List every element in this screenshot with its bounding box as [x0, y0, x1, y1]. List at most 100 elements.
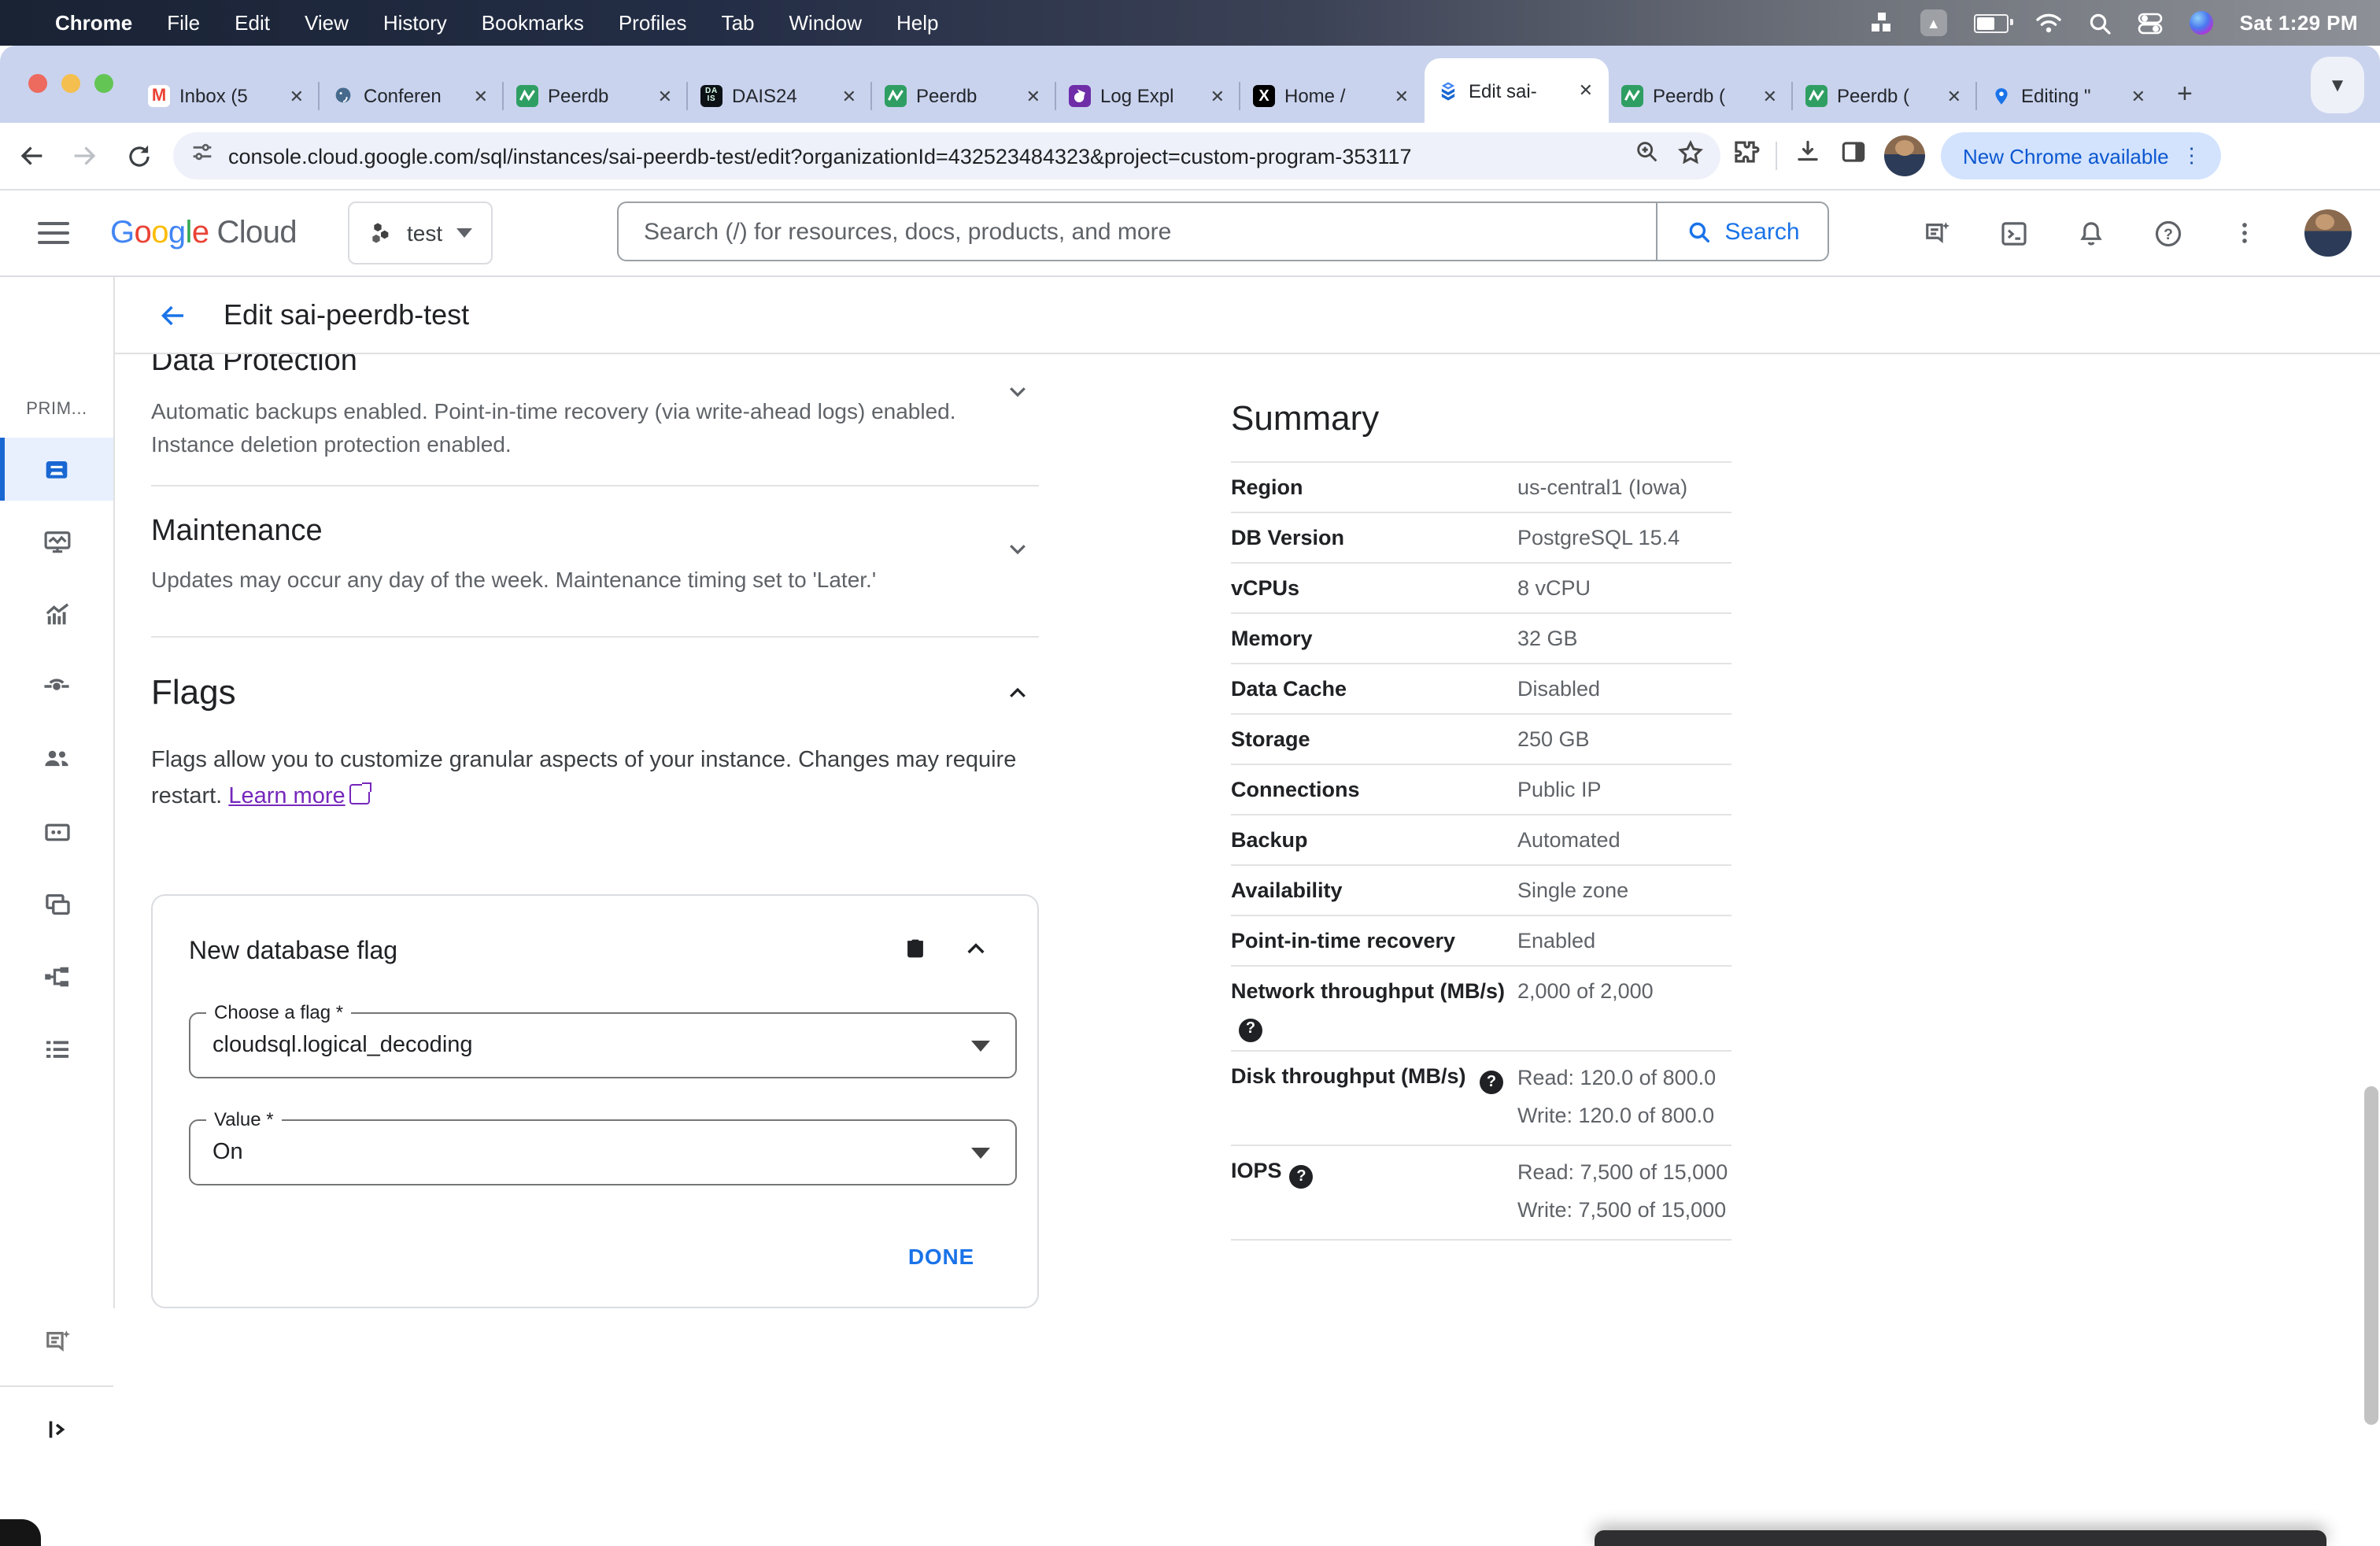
learn-more-link[interactable]: Learn more [228, 784, 345, 809]
tab-log-explorer[interactable]: Log Expl ✕ [1055, 69, 1240, 123]
tab-peerdb-3[interactable]: Peerdb (✕ [1609, 69, 1793, 123]
gcp-search-button[interactable]: Search [1656, 203, 1828, 260]
datadog-icon [1069, 85, 1091, 107]
bookmark-star-icon[interactable] [1676, 138, 1705, 174]
help-icon[interactable]: ? [1480, 1071, 1503, 1094]
google-cloud-logo[interactable]: Google Cloud [110, 215, 298, 251]
back-arrow-icon[interactable] [156, 298, 189, 331]
url-bar[interactable]: console.cloud.google.com/sql/instances/s… [173, 132, 1720, 179]
help-icon[interactable]: ? [1289, 1165, 1314, 1189]
expand-section-icon[interactable] [1006, 537, 1029, 568]
choose-flag-select[interactable]: Choose a flag * cloudsql.logical_decodin… [189, 1001, 1017, 1078]
browser-profile-avatar[interactable] [1884, 135, 1925, 176]
tab-dais24[interactable]: DA IS DAIS24 ✕ [686, 69, 872, 123]
tab-peerdb-2[interactable]: Peerdb ✕ [870, 69, 1056, 123]
menubar-clock[interactable]: Sat 1:29 PM [2240, 11, 2358, 35]
more-vert-icon[interactable] [2227, 216, 2262, 250]
tab-peerdb-4[interactable]: Peerdb (✕ [1791, 69, 1977, 123]
sidebar-item-release-notes[interactable] [0, 1310, 113, 1373]
menubar-item-tab[interactable]: Tab [704, 11, 772, 35]
account-avatar[interactable] [2304, 209, 2352, 257]
wifi-icon[interactable] [2035, 10, 2062, 35]
url-text[interactable]: console.cloud.google.com/sql/instances/s… [228, 144, 1634, 168]
tab-x-home[interactable]: X Home / ✕ [1239, 69, 1425, 123]
control-center-icon[interactable] [2138, 10, 2163, 35]
browser-toolbar: console.cloud.google.com/sql/instances/s… [0, 123, 2380, 190]
gcp-search-bar[interactable]: Search [617, 202, 1829, 261]
menubar-item-window[interactable]: Window [772, 11, 880, 35]
new-tab-button[interactable]: + [2177, 79, 2193, 110]
chrome-update-button[interactable]: New Chrome available ⋮ [1941, 132, 2221, 179]
page-title-bar: Edit sai-peerdb-test [115, 277, 2380, 354]
reload-icon[interactable] [116, 134, 161, 178]
close-tab-icon[interactable]: ✕ [471, 86, 491, 106]
close-tab-icon[interactable]: ✕ [1576, 80, 1596, 101]
sidebar-item-users[interactable] [0, 727, 113, 790]
collapse-panel-button[interactable] [0, 1398, 113, 1461]
close-tab-icon[interactable]: ✕ [1760, 86, 1780, 106]
hamburger-menu-icon[interactable] [38, 222, 69, 244]
close-tab-icon[interactable]: ✕ [839, 86, 859, 106]
sidebar-item-databases[interactable] [0, 800, 113, 863]
spotlight-search-icon[interactable] [2089, 10, 2111, 35]
close-tab-icon[interactable]: ✕ [1207, 86, 1228, 106]
battery-icon[interactable] [1973, 13, 2013, 32]
project-picker-button[interactable]: test [347, 202, 493, 264]
minimize-window-button[interactable] [61, 74, 80, 93]
sidebar-item-operations[interactable] [0, 1017, 113, 1080]
flag-value-select[interactable]: Value * On [189, 1108, 1017, 1185]
menubar-item-history[interactable]: History [366, 11, 464, 35]
close-tab-icon[interactable]: ✕ [2128, 86, 2149, 106]
help-icon[interactable]: ? [1239, 1018, 1262, 1041]
delete-flag-icon[interactable] [902, 934, 929, 971]
siri-icon[interactable] [2189, 11, 2213, 35]
tab-search-chevron-button[interactable]: ▼ [2311, 57, 2364, 113]
menubar-item-profiles[interactable]: Profiles [601, 11, 704, 35]
sidebar-item-replicas[interactable] [0, 945, 113, 1008]
collapse-section-icon[interactable] [1006, 682, 1029, 713]
menubar-item-bookmarks[interactable]: Bookmarks [464, 11, 601, 35]
more-vert-icon[interactable]: ⋮ [2182, 143, 2202, 168]
sidebar-item-query-insights[interactable] [0, 583, 113, 645]
expand-section-icon[interactable] [1006, 379, 1029, 411]
close-window-button[interactable] [28, 74, 47, 93]
close-tab-icon[interactable]: ✕ [286, 86, 307, 106]
close-tab-icon[interactable]: ✕ [1023, 86, 1044, 106]
tab-conference[interactable]: Conferen ✕ [318, 69, 504, 123]
sidebar-item-backups[interactable] [0, 872, 113, 935]
tab-edit-sai-active[interactable]: Edit sai- ✕ [1425, 58, 1609, 123]
menubar-item-view[interactable]: View [287, 11, 366, 35]
close-tab-icon[interactable]: ✕ [1944, 86, 1964, 106]
download-icon[interactable] [1793, 137, 1823, 175]
notifications-bell-icon[interactable] [2073, 216, 2108, 250]
expand-panel-icon [49, 1421, 65, 1438]
done-button[interactable]: DONE [908, 1244, 974, 1269]
collapse-card-icon[interactable] [963, 936, 989, 969]
tab-peerdb-1[interactable]: Peerdb ✕ [502, 69, 688, 123]
release-notes-icon[interactable] [1919, 216, 1953, 250]
back-icon[interactable] [9, 134, 54, 178]
extensions-icon[interactable] [1730, 137, 1760, 175]
menubar-item-file[interactable]: File [150, 11, 217, 35]
sidebar-item-connections[interactable] [0, 655, 113, 718]
menubar-item-edit[interactable]: Edit [217, 11, 287, 35]
forward-icon[interactable] [63, 134, 107, 178]
menubar-item-help[interactable]: Help [879, 11, 956, 35]
close-tab-icon[interactable]: ✕ [655, 86, 675, 106]
tab-inbox[interactable]: M Inbox (5 ✕ [135, 69, 320, 123]
zoom-in-icon[interactable] [1634, 139, 1661, 173]
gcp-search-input[interactable] [619, 203, 1656, 260]
menubar-app-name[interactable]: Chrome [38, 11, 150, 35]
site-settings-icon[interactable] [189, 139, 216, 173]
sidebar-item-system-insights[interactable] [0, 510, 113, 573]
zoom-window-button[interactable] [94, 74, 113, 93]
shield-app-icon[interactable]: ▲ [1920, 9, 1947, 36]
help-icon[interactable]: ? [2150, 216, 2185, 250]
tab-editing[interactable]: Editing " ✕ [1975, 69, 2161, 123]
side-panel-icon[interactable] [1839, 137, 1868, 175]
scrollbar-thumb[interactable] [2364, 1086, 2378, 1425]
grid-blocks-icon[interactable] [1871, 12, 1894, 34]
close-tab-icon[interactable]: ✕ [1391, 86, 1412, 106]
sidebar-item-overview[interactable] [0, 438, 113, 501]
cloud-shell-icon[interactable] [1996, 216, 2031, 250]
